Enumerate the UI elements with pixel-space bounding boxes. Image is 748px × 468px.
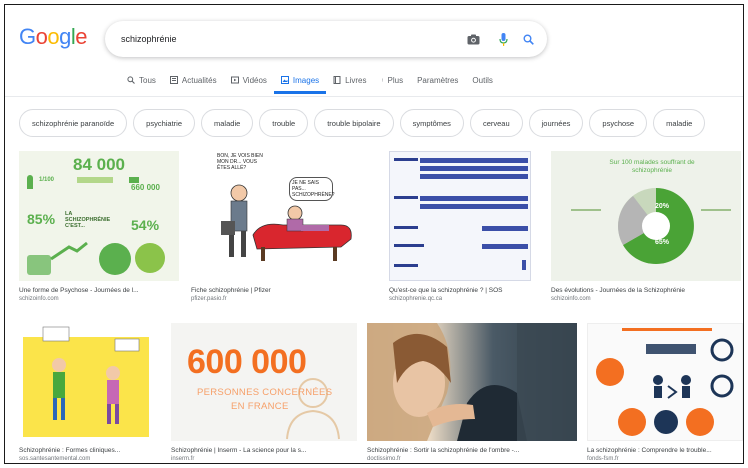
image-result[interactable]: 600 000 PERSONNES CONCERNÉES EN FRANCE S… [171, 323, 357, 463]
result-thumbnail[interactable] [389, 151, 531, 281]
chip-psychose[interactable]: psychose [589, 109, 648, 137]
mic-icon[interactable] [494, 30, 512, 48]
tab-settings[interactable]: Paramètres [410, 69, 465, 91]
tab-tools[interactable]: Outils [465, 69, 499, 91]
search-tabs: Tous Actualités Vidéos Images Livres Plu… [120, 69, 500, 95]
result-title[interactable]: Fiche schizophrénie | Pfizer [191, 287, 361, 294]
infographic-title: Sur 100 malades souffrant de schizophrén… [609, 159, 695, 174]
more-icon [381, 78, 383, 82]
news-icon [169, 76, 178, 84]
result-source[interactable]: fonds-fsm.fr [587, 456, 619, 462]
chip-trouble-bipolaire[interactable]: trouble bipolaire [314, 109, 394, 137]
pie-label: 20% [655, 203, 670, 210]
result-thumbnail[interactable]: 600 000 PERSONNES CONCERNÉES EN FRANCE [171, 323, 357, 441]
photo-illustration [367, 323, 577, 441]
result-thumbnail[interactable] [19, 323, 159, 441]
video-icon [230, 76, 239, 84]
stat-percent-2: 54% [131, 217, 160, 233]
search-input[interactable] [121, 29, 451, 49]
image-result[interactable]: Schizophrénie : Sortir la schizophrénie … [367, 323, 577, 463]
stat-ratio: 1/100 [39, 177, 55, 183]
result-source[interactable]: doctissimo.fr [367, 456, 401, 462]
result-thumbnail[interactable] [367, 323, 577, 441]
stat-percent: 85% [27, 211, 56, 227]
bar-chart-illustration [394, 158, 528, 270]
search-icon [127, 76, 135, 84]
result-thumbnail[interactable]: 84 000 1/100 660 000 85% LA SCHIZOPHRÉNI… [19, 151, 179, 281]
result-title[interactable]: Qu'est-ce que la schizophrénie ? | SOS [389, 287, 531, 294]
stat-block [27, 255, 51, 275]
camera-icon[interactable] [464, 30, 482, 48]
result-thumbnail[interactable]: BON, JE VOIS BIEN MON DR... VOUS ÊTES AL… [191, 151, 361, 281]
result-title[interactable]: La schizophrénie : Comprendre le trouble… [587, 447, 743, 454]
search-icon[interactable] [519, 30, 537, 48]
infographic-line-2: EN FRANCE [231, 401, 289, 412]
chip-cerveau[interactable]: cerveau [469, 109, 523, 137]
tab-more[interactable]: Plus [374, 69, 411, 91]
infographic-headline: LA SCHIZOPHRÉNIE C'EST... [65, 211, 111, 229]
result-title[interactable]: Des évolutions - Journées de la Schizoph… [551, 287, 741, 294]
chip-journees[interactable]: journées [528, 109, 584, 137]
google-logo[interactable]: Google [19, 24, 88, 50]
result-thumbnail[interactable]: Sur 100 malades souffrant de schizophrén… [551, 151, 741, 281]
image-result[interactable]: BON, JE VOIS BIEN MON DR... VOUS ÊTES AL… [191, 151, 361, 302]
result-thumbnail[interactable] [587, 323, 743, 441]
house-icon [129, 177, 139, 183]
infographic-illustration [596, 328, 734, 436]
result-title[interactable]: Schizophrénie | Inserm - La science pour… [171, 447, 357, 454]
stat-count: 660 000 [131, 183, 160, 192]
tab-all[interactable]: Tous [120, 69, 163, 91]
image-result[interactable]: 84 000 1/100 660 000 85% LA SCHIZOPHRÉNI… [19, 151, 179, 302]
image-result[interactable]: La schizophrénie : Comprendre le trouble… [587, 323, 743, 463]
image-result[interactable]: Sur 100 malades souffrant de schizophrén… [551, 151, 741, 302]
image-icon [280, 76, 289, 84]
tab-videos[interactable]: Vidéos [224, 69, 274, 91]
pie-chart [99, 243, 131, 275]
result-source[interactable]: pfizer.pasio.fr [191, 296, 227, 302]
pie-chart-2 [135, 243, 165, 273]
chip-trouble[interactable]: trouble [259, 109, 309, 137]
result-source[interactable]: schizophrenie.qc.ca [389, 296, 442, 302]
image-result[interactable]: Qu'est-ce que la schizophrénie ? | SOS s… [389, 151, 531, 302]
chip-symptomes[interactable]: symptômes [399, 109, 464, 137]
result-source[interactable]: schizoinfo.com [19, 296, 59, 302]
person-icon [27, 175, 33, 189]
tab-books[interactable]: Livres [326, 69, 373, 91]
pie-chart [618, 188, 694, 264]
arrow-up-icon [49, 241, 89, 261]
chip-maladie[interactable]: maladie [201, 109, 254, 137]
result-source[interactable]: schizoinfo.com [551, 296, 591, 302]
decorative-bar [77, 177, 113, 183]
decorative-line [571, 209, 601, 211]
decorative-line-2 [701, 209, 731, 211]
result-title[interactable]: Une forme de Psychose - Journées de l... [19, 287, 179, 294]
image-result[interactable]: Schizophrénie : Formes cliniques... sos.… [19, 323, 159, 463]
pie-label-2: 65% [655, 239, 670, 246]
result-title[interactable]: Schizophrénie : Formes cliniques... [19, 447, 159, 454]
illustration [23, 326, 149, 437]
header: Google Tous Actualités [5, 5, 743, 97]
chip-psychiatrie[interactable]: psychiatrie [133, 109, 196, 137]
chip-maladie-2[interactable]: maladie [653, 109, 706, 137]
related-search-chips: schizophrénie paranoïde psychiatrie mala… [19, 109, 706, 137]
result-title[interactable]: Schizophrénie : Sortir la schizophrénie … [367, 447, 577, 454]
infographic-line: PERSONNES CONCERNÉES [197, 387, 333, 398]
browser-frame: Google Tous Actualités [4, 4, 744, 464]
result-source[interactable]: sos.santesantemental.com [19, 456, 90, 462]
cartoon-illustration [221, 184, 352, 261]
tab-news[interactable]: Actualités [163, 69, 224, 91]
search-box[interactable] [105, 21, 547, 57]
chip-schizophrenie-paranoide[interactable]: schizophrénie paranoïde [19, 109, 128, 137]
book-icon [333, 76, 341, 84]
tab-images[interactable]: Images [273, 69, 327, 94]
stat-number: 84 000 [73, 155, 125, 174]
big-number: 600 000 [187, 343, 307, 381]
result-source[interactable]: inserm.fr [171, 456, 194, 462]
